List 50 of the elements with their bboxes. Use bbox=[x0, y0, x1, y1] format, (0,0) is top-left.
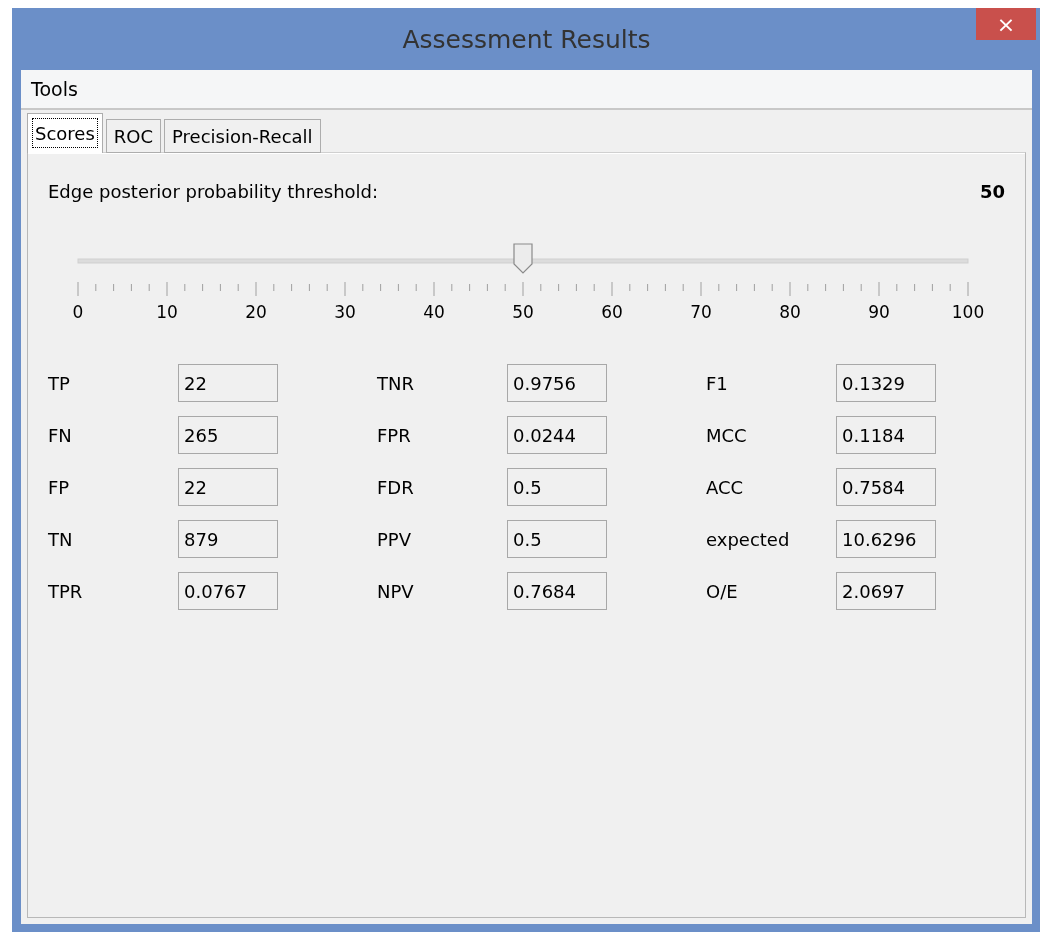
scale-label: 30 bbox=[333, 302, 357, 322]
scale-label: 40 bbox=[422, 302, 446, 322]
metric-field: 0.0767 bbox=[178, 572, 278, 610]
metric-field: 0.1329 bbox=[836, 364, 936, 402]
metric-label: MCC bbox=[706, 424, 748, 446]
metric-field: 0.5 bbox=[507, 468, 607, 506]
metric-label: expected bbox=[706, 528, 791, 550]
metric-label: FPR bbox=[377, 424, 412, 446]
scale-label: 50 bbox=[511, 302, 535, 322]
metric-label: TPR bbox=[48, 580, 84, 602]
metric-field: 2.0697 bbox=[836, 572, 936, 610]
metric-label: TNR bbox=[377, 372, 415, 394]
metric-label: FP bbox=[48, 476, 71, 498]
metric-label: FDR bbox=[377, 476, 415, 498]
close-button[interactable]: × bbox=[976, 8, 1036, 40]
metric-field: 22 bbox=[178, 364, 278, 402]
metric-field: 0.7584 bbox=[836, 468, 936, 506]
scale-label: 80 bbox=[778, 302, 802, 322]
metric-field: 879 bbox=[178, 520, 278, 558]
threshold-value: 50 bbox=[979, 181, 1005, 202]
metric-label: TP bbox=[48, 372, 71, 394]
slider-handle[interactable] bbox=[513, 243, 533, 274]
tab[interactable]: ROC bbox=[105, 119, 162, 153]
metric-label: O/E bbox=[706, 580, 739, 602]
metric-field: 22 bbox=[178, 468, 278, 506]
threshold-label: Edge posterior probability threshold: bbox=[48, 181, 379, 202]
scale-label: 60 bbox=[600, 302, 624, 322]
metric-label: PPV bbox=[377, 528, 413, 550]
metric-field: 0.1184 bbox=[836, 416, 936, 454]
window-title: Assessment Results bbox=[402, 24, 651, 54]
scale-label: 10 bbox=[155, 302, 179, 322]
metric-label: NPV bbox=[377, 580, 415, 602]
metric-field: 0.5 bbox=[507, 520, 607, 558]
metric-label: FN bbox=[48, 424, 73, 446]
scale-label: 100 bbox=[950, 302, 986, 322]
tab[interactable]: Scores bbox=[27, 113, 103, 153]
scale-label: 70 bbox=[689, 302, 713, 322]
metric-field: 0.7684 bbox=[507, 572, 607, 610]
metric-field: 0.0244 bbox=[507, 416, 607, 454]
metric-label: ACC bbox=[706, 476, 745, 498]
metric-label: F1 bbox=[706, 372, 729, 394]
tab[interactable]: Precision-Recall bbox=[164, 119, 321, 153]
scale-label: 20 bbox=[244, 302, 268, 322]
scale-label: 0 bbox=[71, 302, 85, 322]
metric-field: 0.9756 bbox=[507, 364, 607, 402]
metric-field: 10.6296 bbox=[836, 520, 936, 558]
metric-label: TN bbox=[48, 528, 74, 550]
menu-item[interactable]: Tools bbox=[31, 78, 78, 100]
metric-field: 265 bbox=[178, 416, 278, 454]
scale-label: 90 bbox=[867, 302, 891, 322]
